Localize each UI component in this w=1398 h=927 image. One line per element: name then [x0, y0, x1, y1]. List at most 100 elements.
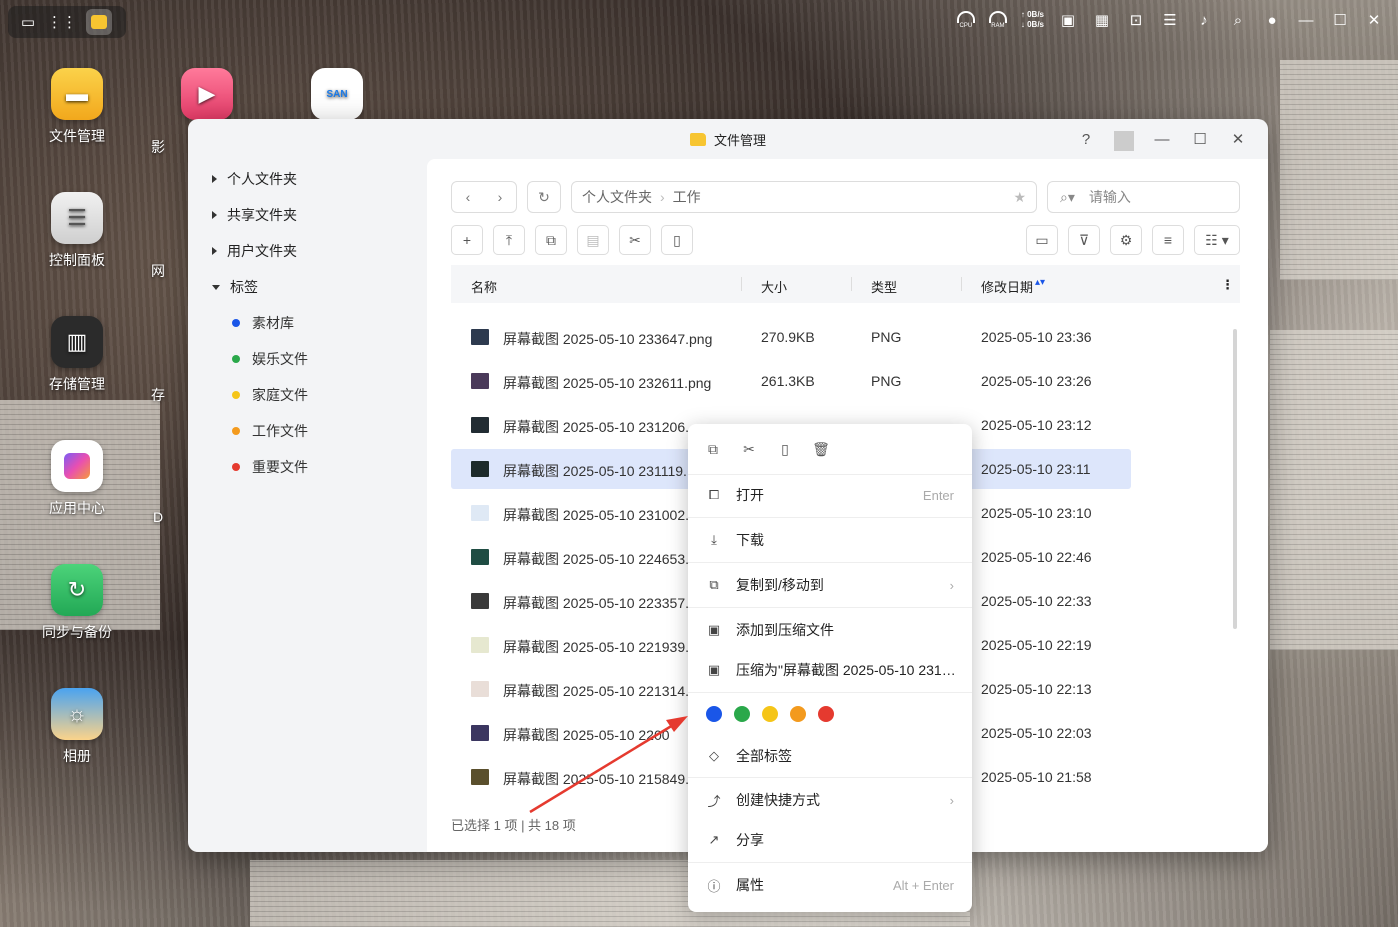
- server-icon[interactable]: ☰: [1160, 10, 1180, 30]
- help-icon[interactable]: ?: [1076, 129, 1096, 149]
- menu-label: 压缩为"屏幕截图 2025-05-10 231…: [736, 662, 956, 678]
- desktop-app-center[interactable]: 应用中心: [27, 440, 127, 518]
- table-row[interactable]: 屏幕截图 2025-05-10 232611.png 261.3KB PNG 2025…: [451, 361, 1131, 401]
- minimize-icon[interactable]: —: [1152, 129, 1172, 149]
- search-icon[interactable]: ⌕: [1228, 10, 1248, 30]
- rename-icon[interactable]: ▯: [776, 440, 794, 458]
- desktop-san[interactable]: SAN: [287, 68, 387, 126]
- close-icon[interactable]: ✕: [1228, 129, 1248, 149]
- menu-label: 下载: [736, 532, 764, 548]
- tag-item[interactable]: 素材库: [232, 313, 294, 333]
- window-titlebar[interactable]: 文件管理 ? — ☐ ✕: [188, 119, 1268, 159]
- tag-item[interactable]: 家庭文件: [232, 385, 308, 405]
- tag-color-red[interactable]: [818, 706, 834, 722]
- close-icon[interactable]: ✕: [1364, 10, 1384, 30]
- menu-share[interactable]: ↗ 分享: [688, 820, 972, 860]
- desktop-control-panel[interactable]: ☰ 控制面板: [27, 192, 127, 270]
- breadcrumb-item[interactable]: 工作: [673, 187, 701, 207]
- col-date[interactable]: 修改日期: [981, 277, 1033, 296]
- tag-item[interactable]: 工作文件: [232, 421, 308, 441]
- sidebar-item-tags[interactable]: 标签: [212, 277, 258, 297]
- file-manager-taskbar-icon[interactable]: [86, 9, 112, 35]
- expand-arrow-icon[interactable]: [212, 211, 217, 219]
- cut-icon[interactable]: ✂: [740, 440, 758, 458]
- app-grid-icon[interactable]: ⋮⋮: [47, 12, 77, 32]
- cell-name: 屏幕截图 2025-05-10 232611.png: [503, 375, 712, 391]
- tag-color-orange[interactable]: [790, 706, 806, 722]
- view-mode-button[interactable]: ☷ ▾: [1194, 225, 1240, 255]
- col-name[interactable]: 名称: [471, 277, 497, 296]
- star-icon[interactable]: ★: [1013, 189, 1026, 206]
- briefcase-button[interactable]: ▭: [1026, 225, 1058, 255]
- cell-name: 屏幕截图 2025-05-10 231119.: [503, 463, 687, 479]
- desktop-photos[interactable]: ☼ 相册: [27, 688, 127, 766]
- back-button[interactable]: ‹: [452, 182, 484, 212]
- monitor-icon[interactable]: ⊡: [1126, 10, 1146, 30]
- menu-compress-as[interactable]: ▣ 压缩为"屏幕截图 2025-05-10 231…: [688, 650, 972, 690]
- maximize-icon[interactable]: ☐: [1190, 129, 1210, 149]
- tag-item[interactable]: 重要文件: [232, 457, 308, 477]
- copy-button[interactable]: ⧉: [535, 225, 567, 255]
- user-icon[interactable]: ●: [1262, 10, 1282, 30]
- desktop-icon[interactable]: ▭: [18, 12, 38, 32]
- tag-color-blue[interactable]: [706, 706, 722, 722]
- menu-copy-move[interactable]: ⧉ 复制到/移动到 ›: [688, 565, 972, 605]
- expand-arrow-icon[interactable]: [212, 175, 217, 183]
- forward-button[interactable]: ›: [484, 182, 516, 212]
- tag-label: 素材库: [252, 315, 294, 331]
- menu-add-archive[interactable]: ▣ 添加到压缩文件: [688, 610, 972, 650]
- desktop-video[interactable]: ▶: [157, 68, 257, 126]
- collapse-arrow-icon[interactable]: [212, 284, 220, 290]
- tag-color-yellow[interactable]: [762, 706, 778, 722]
- bell-icon[interactable]: ♪: [1194, 10, 1214, 30]
- sort-desc-icon[interactable]: ▴▾: [1035, 277, 1045, 288]
- sidebar-item-label: 共享文件夹: [227, 207, 297, 223]
- refresh-button[interactable]: ↻: [528, 182, 560, 212]
- storage-icon[interactable]: ▣: [1058, 10, 1078, 30]
- search-input[interactable]: ⌕▾ 请输入: [1047, 181, 1240, 213]
- upload-button[interactable]: ⤒: [493, 225, 525, 255]
- cpu-meter[interactable]: CPU: [956, 10, 975, 30]
- menu-download[interactable]: ⤓ 下载: [688, 520, 972, 560]
- chevron-right-icon: ›: [660, 189, 665, 205]
- trash-icon[interactable]: 🗑: [812, 440, 830, 458]
- scrollbar[interactable]: [1233, 329, 1237, 629]
- copy-icon[interactable]: ⧉: [704, 440, 722, 458]
- sidebar-item-personal[interactable]: 个人文件夹: [212, 169, 297, 189]
- table-row[interactable]: 屏幕截图 2025-05-10 233647.png 270.9KB PNG 2025…: [451, 317, 1131, 357]
- sidebar-item-label: 用户文件夹: [227, 243, 297, 259]
- filter-button[interactable]: ⊽: [1068, 225, 1100, 255]
- menu-properties[interactable]: ⓘ 属性 Alt + Enter: [688, 865, 972, 905]
- col-size[interactable]: 大小: [761, 277, 787, 296]
- more-icon[interactable]: ⋮: [1221, 277, 1234, 293]
- divider: [741, 277, 742, 291]
- breadcrumb-item[interactable]: 个人文件夹: [582, 187, 652, 207]
- divider: [1114, 131, 1134, 151]
- sidebar-item-user[interactable]: 用户文件夹: [212, 241, 297, 261]
- desktop-storage-manager[interactable]: ▥ 存储管理: [27, 316, 127, 394]
- breadcrumb[interactable]: 个人文件夹 › 工作 ★: [571, 181, 1037, 213]
- menu-all-tags[interactable]: ◇ 全部标签: [688, 736, 972, 776]
- desktop-file-manager[interactable]: ▬ 文件管理: [27, 68, 127, 146]
- cell-date: 2025-05-10 23:36: [981, 329, 1092, 345]
- new-button[interactable]: +: [451, 225, 483, 255]
- cut-button[interactable]: ✂: [619, 225, 651, 255]
- menu-open[interactable]: ⧠ 打开 Enter: [688, 475, 972, 515]
- paste-button[interactable]: ▤: [577, 225, 609, 255]
- layout-icon[interactable]: ▦: [1092, 10, 1112, 30]
- tag-color-green[interactable]: [734, 706, 750, 722]
- desktop-sync-backup[interactable]: ↻ 同步与备份: [27, 564, 127, 642]
- col-type[interactable]: 类型: [871, 277, 897, 296]
- rename-button[interactable]: ▯: [661, 225, 693, 255]
- network-speed[interactable]: ↑ 0B/s ↓ 0B/s: [1021, 10, 1044, 30]
- sort-button[interactable]: ≡: [1152, 225, 1184, 255]
- menu-create-shortcut[interactable]: ⤴ 创建快捷方式 ›: [688, 780, 972, 820]
- desktop-partial-label: 影: [151, 139, 165, 155]
- sidebar-item-shared[interactable]: 共享文件夹: [212, 205, 297, 225]
- settings-button[interactable]: ⚙: [1110, 225, 1142, 255]
- minimize-icon[interactable]: —: [1296, 10, 1316, 30]
- expand-arrow-icon[interactable]: [212, 247, 217, 255]
- maximize-icon[interactable]: ☐: [1330, 10, 1350, 30]
- ram-meter[interactable]: RAM: [988, 10, 1007, 30]
- tag-item[interactable]: 娱乐文件: [232, 349, 308, 369]
